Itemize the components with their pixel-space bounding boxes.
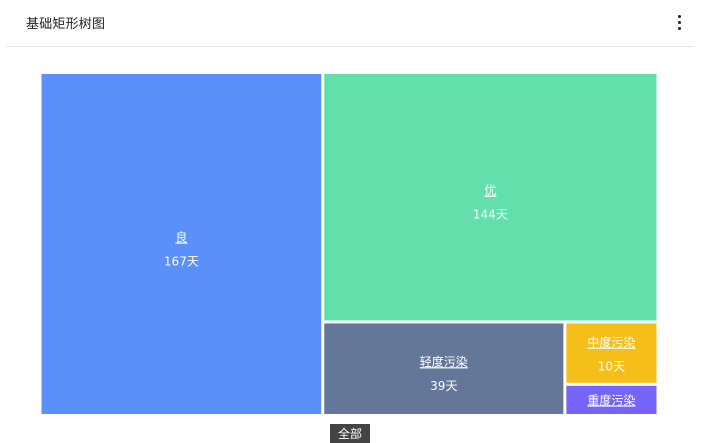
- treemap-label-good: 良: [175, 230, 187, 245]
- treemap-label-moderate-pollution: 中度污染: [587, 335, 635, 350]
- treemap-label-light-pollution: 轻度污染: [420, 354, 468, 369]
- treemap-value-light-pollution: 39天: [430, 379, 457, 393]
- treemap-rect-moderate-pollution[interactable]: [566, 323, 657, 383]
- treemap-value-good: 167天: [164, 255, 199, 269]
- treemap-label-heavy-pollution: 重度污染: [587, 392, 635, 407]
- treemap-value-excellent: 144天: [473, 208, 508, 222]
- treemap-chart: 良 167天 优 144天轻度污染 39天 中度污染 10天重度污染: [41, 74, 657, 414]
- treemap-cell-good[interactable]: 良 167天: [41, 74, 322, 414]
- treemap-cell-heavy-pollution[interactable]: 重度污染: [566, 385, 657, 414]
- treemap-cell-moderate-pollution[interactable]: 中度污染 10天: [566, 323, 657, 383]
- treemap-cell-excellent[interactable]: 优 144天: [324, 74, 657, 321]
- treemap-label-excellent: 优: [484, 184, 496, 198]
- treemap-value-moderate-pollution: 10天: [598, 360, 625, 374]
- treemap-cell-light-pollution[interactable]: 轻度污染 39天: [324, 323, 564, 414]
- breadcrumb-all[interactable]: 全部: [330, 424, 370, 443]
